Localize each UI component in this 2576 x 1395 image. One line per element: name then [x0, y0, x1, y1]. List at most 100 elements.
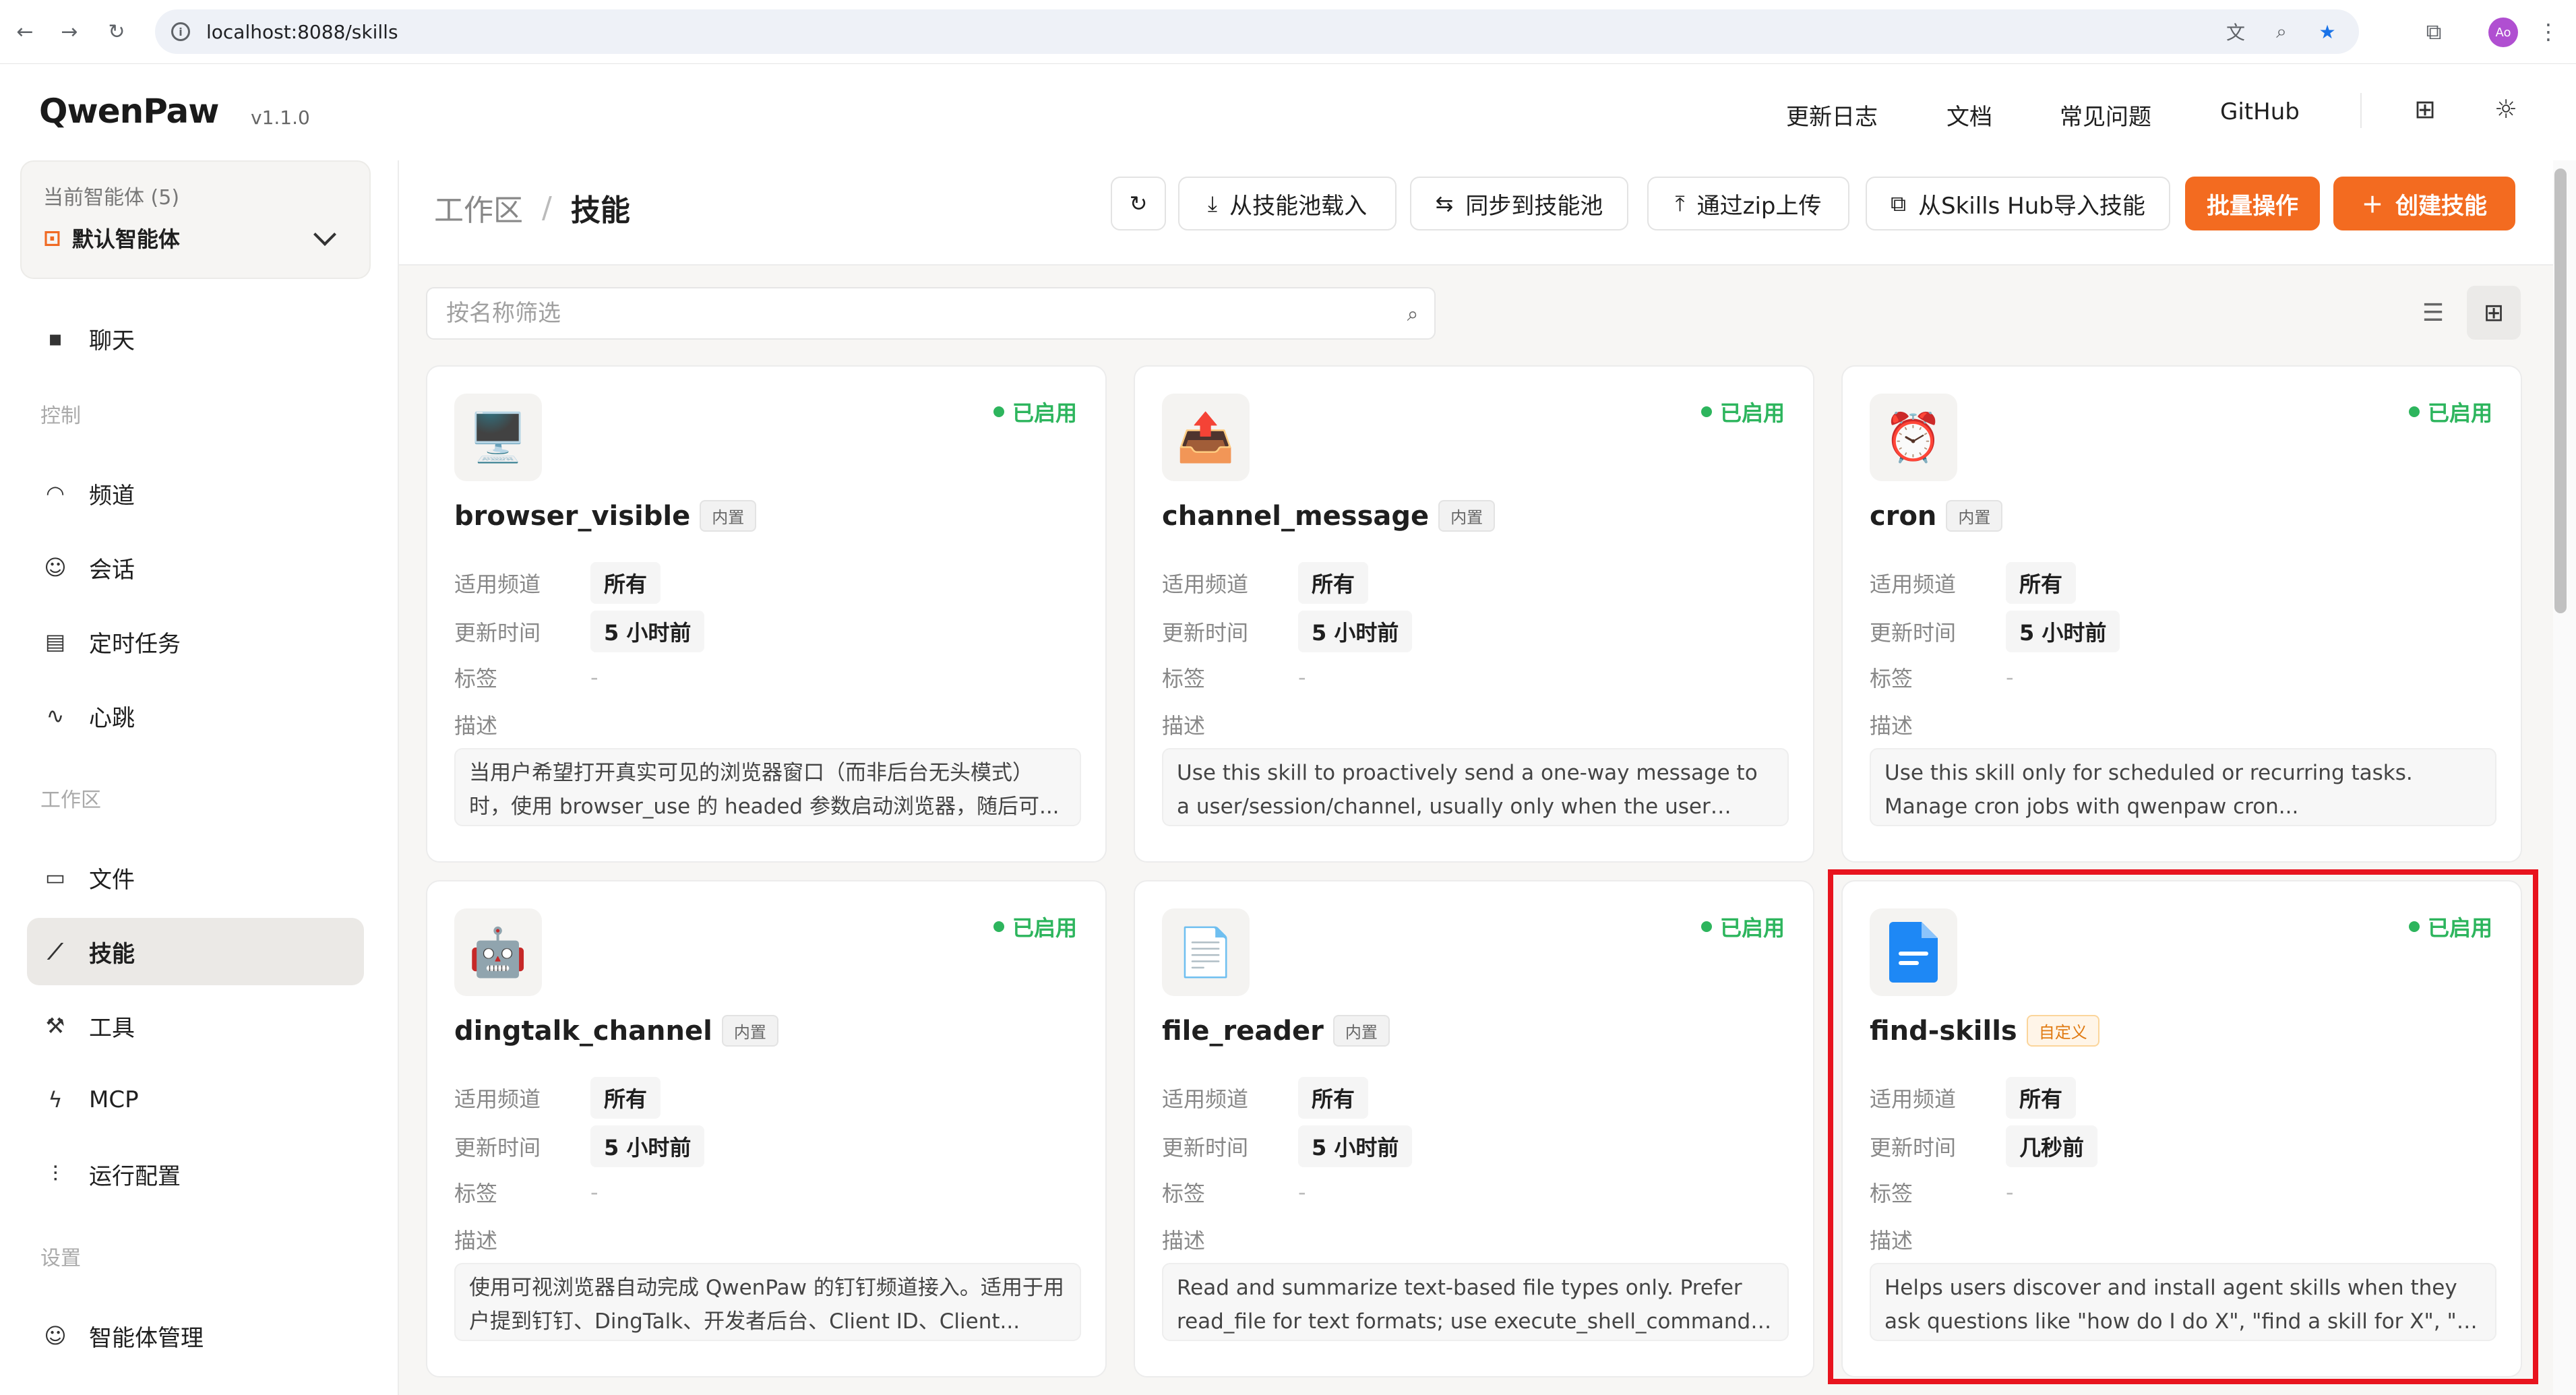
document-icon: 📄 — [1162, 908, 1250, 996]
language-switch-icon[interactable]: ⊞ — [2405, 89, 2445, 129]
brand-logo[interactable]: QwenPaw — [39, 92, 219, 131]
sidebar-item-label: 定时任务 — [89, 630, 181, 658]
field-label: 适用频道 — [454, 571, 541, 597]
agent-selector[interactable]: 当前智能体 (5) ⊡ 默认智能体 — [20, 160, 371, 279]
skill-card[interactable]: 📤 已启用 channel_message 内置 适用频道 所有 更新时间 5 小时前… — [1134, 365, 1814, 863]
create-skill-button[interactable]: ＋ 创建技能 — [2333, 177, 2515, 230]
sidebar-item-sessions[interactable]: ☺ 会话 — [27, 534, 364, 601]
sidebar-item-label: 频道 — [89, 482, 135, 509]
bookmark-star-icon[interactable]: ★ — [2316, 20, 2339, 43]
status-dot — [2408, 406, 2420, 417]
breadcrumb-workspace[interactable]: 工作区 — [434, 186, 523, 229]
grid-view-icon[interactable]: ⊞ — [2467, 286, 2521, 340]
load-from-pool-button[interactable]: ⤓ 从技能池载入 — [1178, 177, 1397, 230]
magic-wand-icon: ⟋ — [47, 938, 63, 964]
nav-changelog[interactable]: 更新日志 — [1786, 98, 1878, 131]
url-text[interactable]: localhost:8088/skills — [206, 21, 398, 43]
sidebar-item-chat[interactable]: ▪ 聊天 — [27, 305, 364, 372]
translate-icon[interactable]: 文 — [2224, 20, 2247, 44]
zip-upload-button[interactable]: ⤒ 通过zip上传 — [1647, 177, 1849, 230]
browser-menu-icon[interactable]: ⋮ — [2538, 16, 2559, 47]
field-label: 适用频道 — [1162, 571, 1249, 597]
extensions-icon[interactable]: ⧉ — [2418, 16, 2449, 47]
sidebar-item-files[interactable]: ▭ 文件 — [27, 844, 364, 911]
refresh-icon: ↻ — [1129, 191, 1148, 216]
pulse-icon: ∿ — [46, 703, 65, 728]
field-label: 更新时间 — [1162, 1135, 1249, 1160]
download-icon: ⤓ — [1207, 190, 1218, 216]
sidebar-item-label: 智能体管理 — [89, 1324, 204, 1352]
nav-github[interactable]: GitHub — [2220, 98, 2300, 125]
sidebar-item-skills[interactable]: ⟋ 技能 — [27, 918, 364, 985]
sidebar-item-runtime[interactable]: ⫶ 运行配置 — [27, 1140, 364, 1208]
nav-faq[interactable]: 常见问题 — [2060, 98, 2151, 131]
profile-avatar[interactable]: Ao — [2488, 18, 2518, 47]
updated-value: 5 小时前 — [1298, 611, 1413, 652]
field-label: 描述 — [1162, 713, 1206, 739]
skill-card[interactable]: 🖥️ 已启用 browser_visible 内置 适用频道 所有 更新时间 5 小时… — [426, 365, 1107, 863]
lightning-icon: ϟ — [48, 1087, 63, 1113]
channel-value: 所有 — [1298, 1077, 1369, 1119]
channel-value: 所有 — [590, 1077, 661, 1119]
list-view-icon[interactable]: ☰ — [2406, 286, 2460, 340]
sidebar-item-mcp[interactable]: ϟ MCP — [27, 1066, 364, 1134]
reload-icon[interactable]: ↻ — [101, 16, 132, 47]
scrollbar-thumb[interactable] — [2554, 168, 2567, 613]
skill-description: Use this skill to proactively send a one… — [1162, 748, 1789, 826]
skill-card[interactable]: 🤖 已启用 dingtalk_channel 内置 适用频道 所有 更新时间 5 小时… — [426, 880, 1107, 1377]
channel-value: 所有 — [590, 562, 661, 604]
page-title: 技能 — [570, 193, 630, 228]
back-icon[interactable]: ← — [9, 16, 40, 47]
chevron-down-icon[interactable] — [313, 223, 336, 246]
robot-icon: 🤖 — [454, 908, 542, 996]
users-icon: ☺ — [44, 555, 67, 580]
agent-current[interactable]: ⊡ 默认智能体 — [43, 222, 180, 253]
forward-icon[interactable]: → — [54, 16, 85, 47]
field-label: 更新时间 — [1162, 620, 1249, 646]
field-label: 描述 — [454, 713, 498, 739]
batch-operation-button[interactable]: 批量操作 — [2185, 177, 2320, 230]
status-badge: 已启用 — [2408, 396, 2492, 427]
refresh-button[interactable]: ↻ — [1111, 177, 1166, 230]
skill-card[interactable]: ⏰ 已启用 cron 内置 适用频道 所有 更新时间 5 小时前 标签 - 描述 Use… — [1841, 365, 2522, 863]
alarm-clock-icon: ⏰ — [1870, 394, 1957, 481]
skills-hub-import-button[interactable]: ⧉ 从Skills Hub导入技能 — [1866, 177, 2170, 230]
builtin-badge: 内置 — [1946, 500, 2003, 532]
plus-icon: ＋ — [2361, 192, 2383, 218]
builtin-badge: 内置 — [1438, 500, 1496, 532]
field-label: 标签 — [1162, 666, 1206, 691]
skill-name[interactable]: cron — [1870, 501, 1936, 532]
builtin-badge: 内置 — [1332, 1015, 1390, 1047]
sidebar-item-heartbeat[interactable]: ∿ 心跳 — [27, 682, 364, 749]
skill-name[interactable]: file_reader — [1162, 1016, 1324, 1047]
skill-name[interactable]: browser_visible — [454, 501, 690, 532]
skill-card[interactable]: 📄 已启用 file_reader 内置 适用频道 所有 更新时间 5 小时前 标签 -… — [1134, 880, 1814, 1377]
site-info-icon[interactable]: i — [171, 22, 190, 41]
builtin-badge: 内置 — [700, 500, 757, 532]
field-label: 适用频道 — [1162, 1086, 1249, 1112]
search-icon[interactable]: ⌕ — [1402, 303, 1423, 326]
theme-toggle-icon[interactable]: ☼ — [2486, 89, 2526, 129]
sidebar-item-label: MCP — [89, 1086, 139, 1113]
nav-docs[interactable]: 文档 — [1946, 98, 1992, 131]
status-badge: 已启用 — [993, 396, 1077, 427]
app-header: QwenPaw v1.1.0 更新日志 文档 常见问题 GitHub ⊞ ☼ — [0, 65, 2576, 156]
skill-description: 使用可视浏览器自动完成 QwenPaw 的钉钉频道接入。适用于用户提到钉钉、Di… — [454, 1263, 1081, 1341]
sidebar-item-agent-mgmt[interactable]: ☺ 智能体管理 — [27, 1302, 364, 1369]
status-dot — [1700, 406, 1712, 417]
status-dot — [1700, 921, 1712, 932]
chat-icon: ▪ — [48, 326, 63, 351]
address-bar[interactable]: i localhost:8088/skills 文 ⌕ ★ — [155, 9, 2359, 54]
tags-value: - — [1298, 1179, 1306, 1205]
filter-input[interactable] — [426, 287, 1436, 340]
sidebar-item-cron[interactable]: ▤ 定时任务 — [27, 608, 364, 675]
sidebar-item-label: 心跳 — [89, 704, 135, 732]
zoom-icon[interactable]: ⌕ — [2270, 20, 2293, 43]
sync-to-pool-button[interactable]: ⇆ 同步到技能池 — [1410, 177, 1628, 230]
sidebar-item-channels[interactable]: ◠ 频道 — [27, 460, 364, 527]
upload-icon: ⤒ — [1675, 190, 1685, 216]
skill-name[interactable]: channel_message — [1162, 501, 1429, 532]
updated-value: 5 小时前 — [590, 1125, 705, 1167]
skill-name[interactable]: dingtalk_channel — [454, 1016, 712, 1047]
sidebar-item-tools[interactable]: ⚒ 工具 — [27, 992, 364, 1059]
